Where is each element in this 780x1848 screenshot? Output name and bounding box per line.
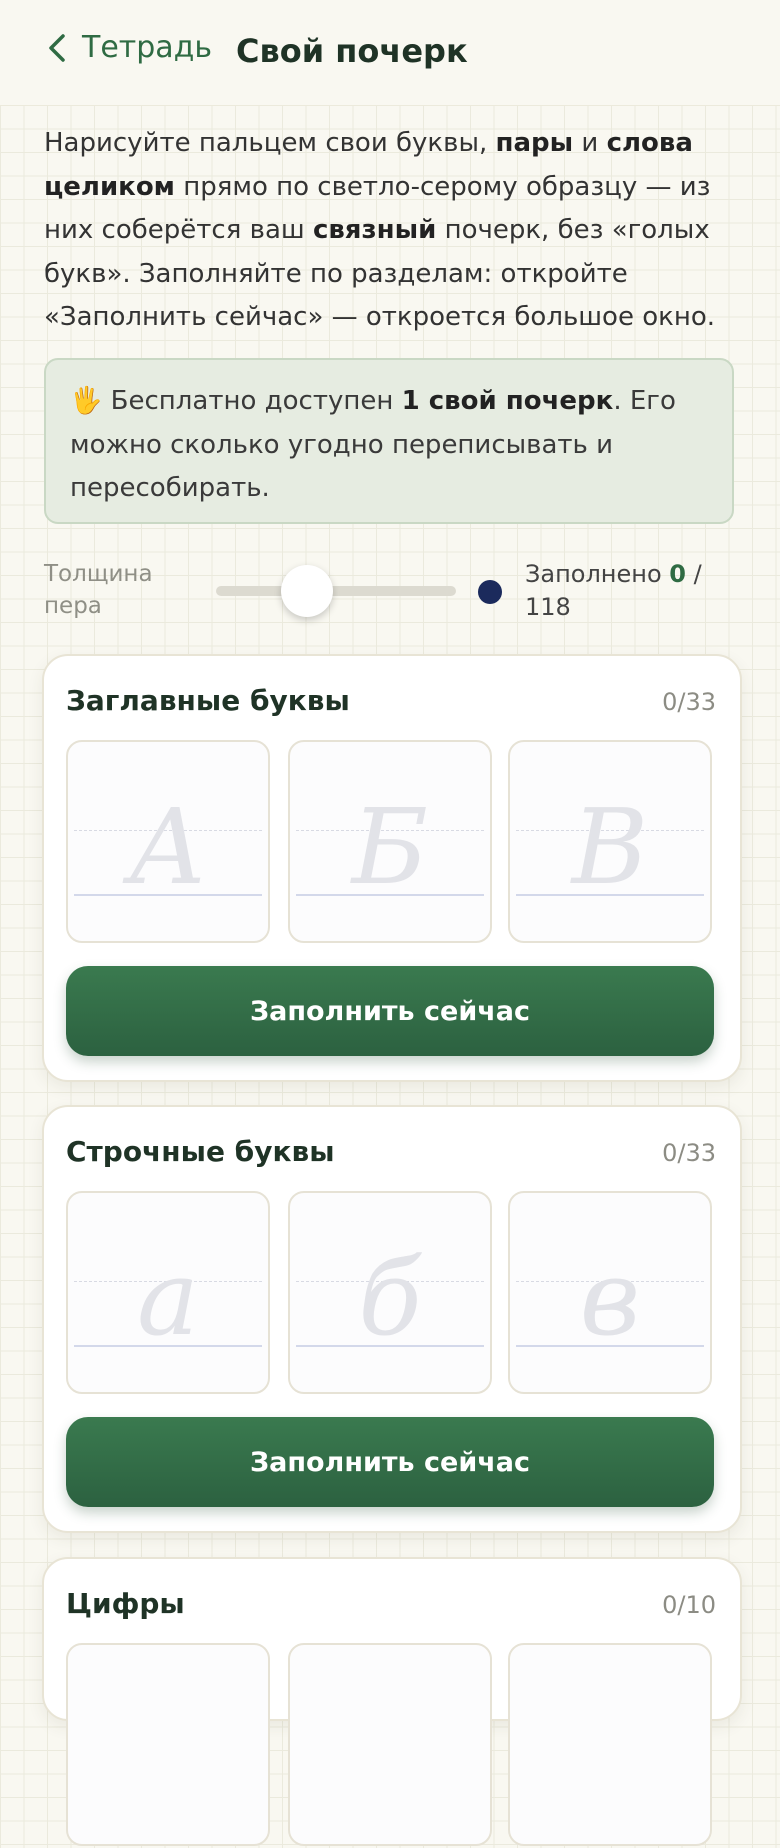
back-label: Тетрадь bbox=[82, 30, 213, 65]
letter-tile[interactable] bbox=[66, 1643, 270, 1846]
filled-counter: Заполнено 0 / 118 bbox=[525, 560, 702, 621]
section-lowercase: Строчные буквы 0/33 а б в Заполнить сейч… bbox=[42, 1105, 742, 1533]
back-button[interactable]: Тетрадь bbox=[46, 30, 212, 65]
fill-now-button[interactable]: Заполнить сейчас bbox=[66, 1417, 714, 1507]
section-title: Строчные буквы bbox=[66, 1135, 335, 1168]
page-title: Свой почерк bbox=[236, 32, 468, 70]
section-count: 0/10 bbox=[662, 1591, 716, 1619]
sample-glyph: а bbox=[136, 1237, 199, 1359]
pen-controls: Толщина пера Заполнено 0 / 118 bbox=[44, 558, 744, 628]
sample-glyph: В bbox=[571, 786, 649, 908]
hand-icon: 🖐 bbox=[70, 386, 103, 416]
top-bar: Тетрадь Свой почерк bbox=[0, 0, 780, 106]
free-plan-notice: 🖐 Бесплатно доступен 1 свой почерк. Его … bbox=[44, 358, 734, 524]
letter-tile[interactable]: а bbox=[66, 1191, 270, 1394]
sample-glyph: А bbox=[128, 786, 208, 908]
section-title: Цифры bbox=[66, 1587, 185, 1620]
section-digits: Цифры 0/10 bbox=[42, 1557, 742, 1846]
sample-glyph: Б bbox=[351, 786, 429, 908]
chevron-left-icon bbox=[49, 33, 65, 62]
ink-color-dot bbox=[478, 580, 502, 604]
section-count: 0/33 bbox=[662, 688, 716, 716]
section-title: Заглавные буквы bbox=[66, 684, 350, 717]
slider-thumb[interactable] bbox=[281, 565, 334, 617]
section-uppercase: Заглавные буквы 0/33 А Б В Заполнить сей… bbox=[42, 654, 742, 1082]
fill-now-button[interactable]: Заполнить сейчас bbox=[66, 966, 714, 1056]
sample-glyph: б bbox=[358, 1237, 422, 1359]
letter-tile[interactable]: А bbox=[66, 740, 270, 943]
letter-tile[interactable]: б bbox=[288, 1191, 492, 1394]
sample-glyph: в bbox=[579, 1237, 641, 1359]
pen-thickness-label: Толщина пера bbox=[44, 561, 153, 619]
letter-tile[interactable] bbox=[288, 1643, 492, 1846]
section-count: 0/33 bbox=[662, 1139, 716, 1167]
letter-tile[interactable] bbox=[508, 1643, 712, 1846]
letter-tile[interactable]: В bbox=[508, 740, 712, 943]
letter-tile[interactable]: в bbox=[508, 1191, 712, 1394]
intro-text: Нарисуйте пальцем свои буквы, пары и сло… bbox=[44, 128, 716, 332]
pen-thickness-slider[interactable] bbox=[216, 586, 456, 596]
letter-tile[interactable]: Б bbox=[288, 740, 492, 943]
